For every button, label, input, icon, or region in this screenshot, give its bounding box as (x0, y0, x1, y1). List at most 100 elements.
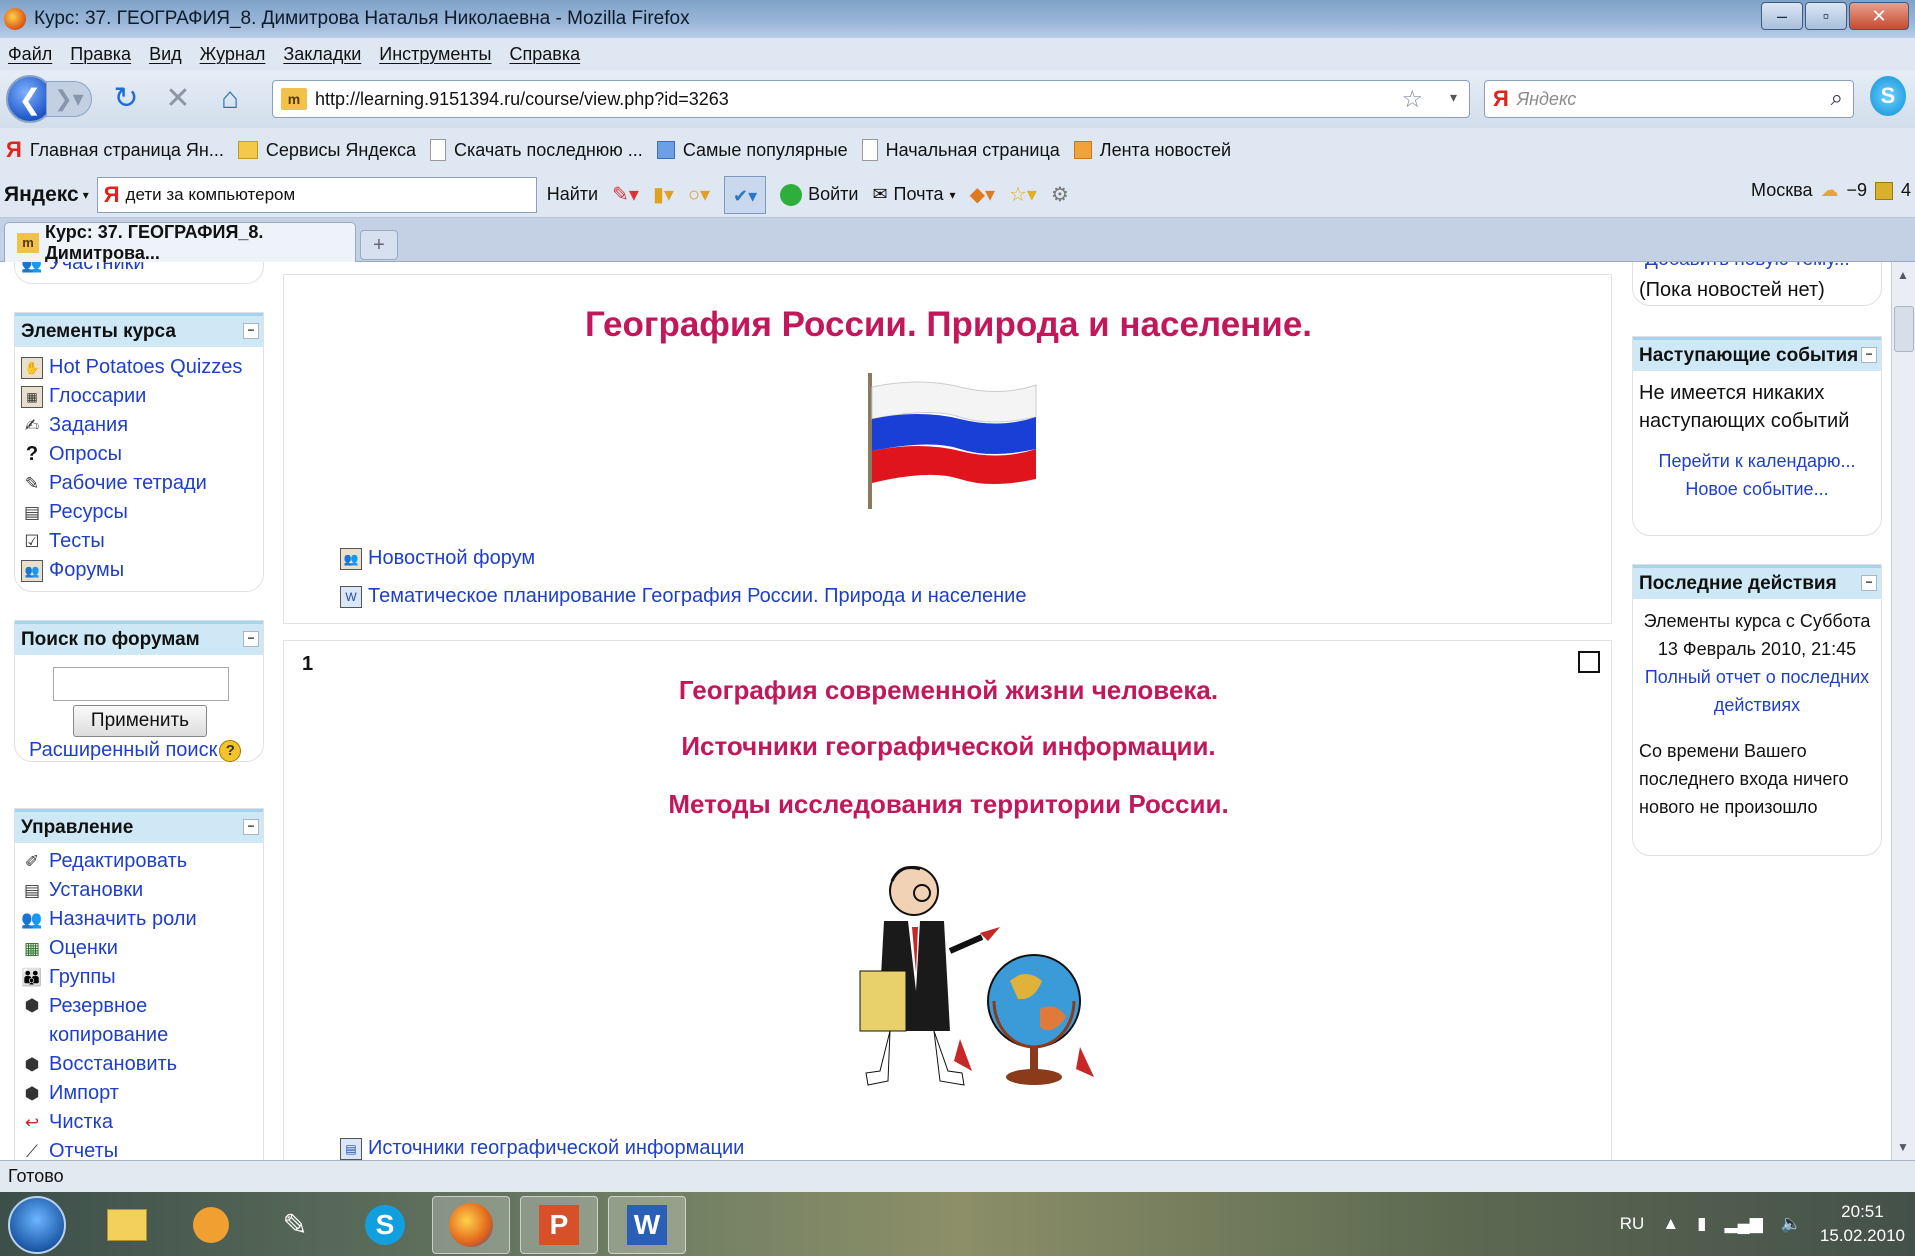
yandex-search-input[interactable]: Я дети за компьютером (96, 176, 537, 213)
add-topic-link[interactable]: Добавить новую тему... (1645, 262, 1850, 271)
thematic-plan-link[interactable]: W Тематическое планирование География Ро… (340, 585, 1026, 608)
menu-file[interactable]: Файл (8, 44, 52, 65)
skype-icon[interactable]: S (1870, 76, 1906, 116)
media-player-taskbar-icon[interactable] (172, 1196, 250, 1254)
scrollbar-thumb[interactable] (1894, 306, 1914, 352)
collapse-icon[interactable]: − (1861, 347, 1877, 363)
sidebar-item-assignments[interactable]: ✍ Задания (15, 411, 263, 440)
bookmark-item[interactable]: Скачать последнюю ... (429, 139, 643, 161)
sidebar-item-polls[interactable]: ? Опросы (15, 440, 263, 469)
spellcheck-icon[interactable]: ✎▾ (612, 182, 639, 207)
help-icon[interactable]: ? (219, 739, 242, 762)
sidebar-item-roles[interactable]: 👥 Назначить роли (15, 905, 263, 934)
skype-taskbar-icon[interactable]: S (346, 1196, 424, 1254)
yandex-icon: Я (6, 137, 22, 162)
comment-icon[interactable]: ○▾ (688, 182, 710, 207)
sidebar-item-glossary[interactable]: ▦ Глоссарии (15, 382, 263, 411)
geographer-globe-image (859, 866, 1094, 1086)
sidebar-item-forums[interactable]: 👥 Форумы (15, 556, 263, 585)
firefox-taskbar-icon[interactable] (432, 1196, 510, 1254)
network-signal-icon[interactable]: ▂▄▆ (1725, 1214, 1763, 1234)
maximize-button[interactable]: ▫ (1805, 2, 1847, 30)
sidebar-item-quizzes[interactable]: ☑ Тесты (15, 527, 263, 556)
reload-icon[interactable]: ↻ (108, 81, 144, 117)
news-forum-link[interactable]: 👥 Новостной форум (340, 547, 535, 570)
start-button[interactable] (8, 1196, 66, 1254)
bookmark-item[interactable]: Сервисы Яндекса (237, 140, 416, 161)
gear-icon[interactable]: ⚙ (1051, 182, 1069, 207)
weather-city[interactable]: Москва (1751, 180, 1812, 201)
sidebar-item-reports[interactable]: ⟋ Отчеты (15, 1137, 263, 1160)
bars-icon[interactable]: ▮▾ (653, 182, 674, 207)
sidebar-item-workbooks[interactable]: ✎ Рабочие тетради (15, 469, 263, 498)
scroll-up-icon[interactable]: ▲ (1897, 268, 1909, 282)
vertical-scrollbar[interactable]: ▲ ▼ (1891, 262, 1915, 1160)
sidebar-item-hot-potatoes[interactable]: ✋ Hot Potatoes Quizzes (15, 353, 263, 382)
checkmark-icon[interactable]: ✔▾ (724, 175, 767, 214)
sidebar-item-restore[interactable]: ⬢ Восстановить (15, 1050, 263, 1079)
sidebar-item-grades[interactable]: ▦ Оценки (15, 934, 263, 963)
minimize-button[interactable]: – (1761, 2, 1803, 30)
bookmark-star-icon[interactable]: ☆ (1401, 85, 1423, 114)
address-bar[interactable]: m http://learning.9151394.ru/course/view… (272, 80, 1470, 118)
bookmark-item[interactable]: Я Главная страница Ян... (6, 137, 224, 163)
tab-course[interactable]: m Курс: 37. ГЕОГРАФИЯ_8. Димитрова... (4, 222, 356, 263)
collapse-icon[interactable]: − (1861, 575, 1877, 591)
chevron-down-icon[interactable]: ▾ (83, 188, 89, 202)
yandex-brand[interactable]: Яндекс (4, 183, 79, 207)
full-report-link[interactable]: Полный отчет о последних действиях (1633, 663, 1881, 719)
collapse-icon[interactable]: − (243, 631, 259, 647)
bookmark-item[interactable]: Самые популярные (656, 140, 848, 161)
sidebar-item-resources[interactable]: ▤ Ресурсы (15, 498, 263, 527)
money-icon[interactable]: ◆▾ (970, 182, 995, 207)
explorer-taskbar-icon[interactable] (88, 1196, 166, 1254)
highlight-checkbox[interactable] (1578, 651, 1600, 673)
search-icon[interactable]: ⌕ (1831, 85, 1843, 111)
item-label: Отчеты (49, 1140, 119, 1160)
sidebar-item-reset[interactable]: ↩ Чистка (15, 1108, 263, 1137)
calendar-link[interactable]: Перейти к календарю... (1633, 447, 1881, 475)
advanced-search-link[interactable]: Расширенный поиск ? (29, 739, 242, 762)
collapse-icon[interactable]: − (243, 323, 259, 339)
dropdown-arrow-icon[interactable]: ▾ (1450, 89, 1457, 106)
apply-button[interactable]: Применить (73, 705, 207, 737)
new-tab-button[interactable]: + (360, 230, 398, 260)
power-icon[interactable]: ▮ (1697, 1214, 1706, 1234)
sidebar-item-edit[interactable]: ✐ Редактировать (15, 847, 263, 876)
mail-button[interactable]: ✉ Почта ▾ (872, 184, 955, 205)
volume-icon[interactable]: 🔈 (1781, 1214, 1802, 1234)
sidebar-item-groups[interactable]: 👪 Группы (15, 963, 263, 992)
forward-button[interactable]: ❯▾ (46, 81, 92, 117)
menu-view[interactable]: Вид (149, 44, 182, 65)
traffic-icon[interactable] (1874, 181, 1893, 200)
search-input[interactable]: Я Яндекс ⌕ (1484, 80, 1854, 118)
menu-bookmarks[interactable]: Закладки (283, 44, 361, 65)
sidebar-item-backup[interactable]: ⬢ Резервное копирование (15, 992, 263, 1050)
paint-taskbar-icon[interactable]: ✎ (256, 1196, 334, 1254)
favorites-star-icon[interactable]: ☆▾ (1009, 182, 1037, 207)
bookmark-item[interactable]: Начальная страница (861, 139, 1060, 161)
participants-link[interactable]: 👥 Участники (15, 262, 263, 278)
collapse-icon[interactable]: − (243, 819, 259, 835)
menu-help[interactable]: Справка (510, 44, 581, 65)
forum-search-input[interactable] (53, 667, 229, 701)
menu-history[interactable]: Журнал (200, 44, 266, 65)
find-button[interactable]: Найти (547, 184, 598, 205)
home-icon[interactable]: ⌂ (212, 81, 248, 117)
sidebar-item-settings[interactable]: ▤ Установки (15, 876, 263, 905)
show-hidden-icons-icon[interactable]: ▲ (1662, 1214, 1679, 1234)
login-button[interactable]: Войти (780, 183, 858, 206)
scroll-down-icon[interactable]: ▼ (1897, 1140, 1909, 1154)
powerpoint-taskbar-icon[interactable]: P (520, 1196, 598, 1254)
close-button[interactable]: ✕ (1849, 2, 1909, 30)
new-event-link[interactable]: Новое событие... (1633, 475, 1881, 503)
language-indicator[interactable]: RU (1620, 1214, 1645, 1234)
bookmark-item[interactable]: Лента новостей (1073, 140, 1231, 161)
sidebar-item-import[interactable]: ⬢ Импорт (15, 1079, 263, 1108)
clock[interactable]: 20:51 15.02.2010 (1820, 1200, 1905, 1248)
word-taskbar-icon[interactable]: W (608, 1196, 686, 1254)
menu-tools[interactable]: Инструменты (379, 44, 491, 65)
stop-icon[interactable]: ✕ (160, 81, 196, 117)
geo-sources-link[interactable]: ▤ Источники географической информации (340, 1137, 744, 1160)
menu-edit[interactable]: Правка (70, 44, 131, 65)
